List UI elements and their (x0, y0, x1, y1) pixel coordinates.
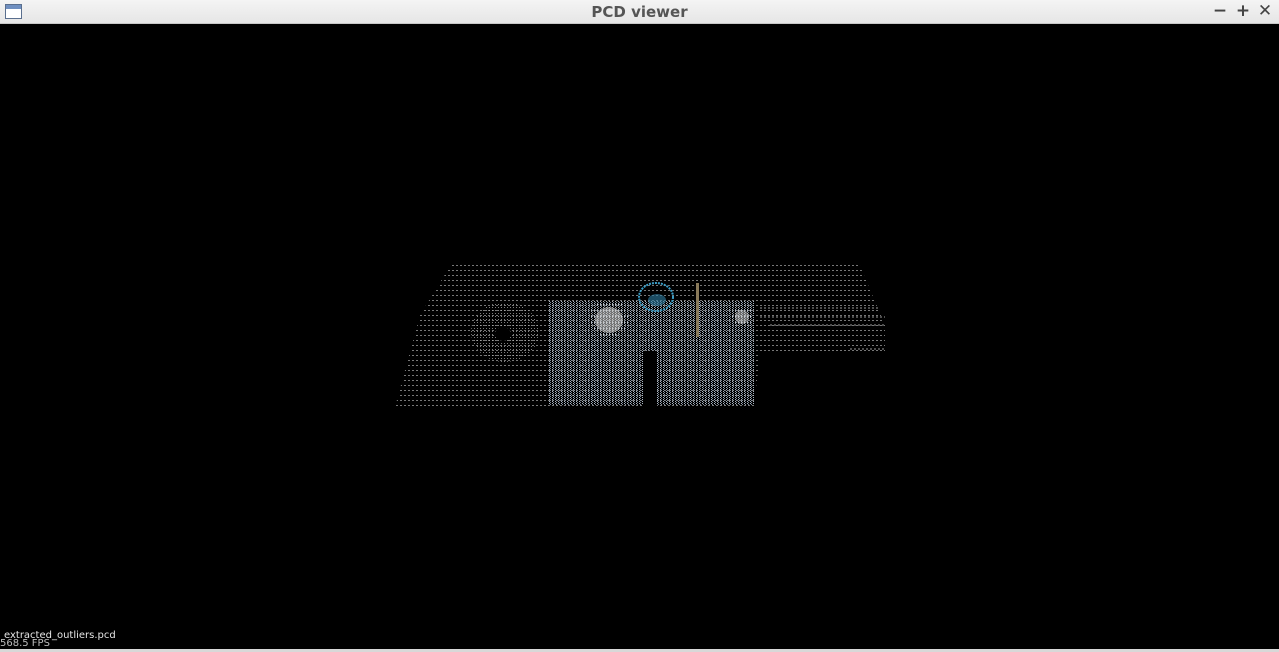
window-title: PCD viewer (591, 3, 688, 21)
point-cloud-viewport[interactable]: extracted_outliers.pcd 568.5 FPS (0, 25, 1279, 649)
small-sphere-points (731, 305, 753, 327)
central-box-points (549, 301, 754, 407)
pcd-viewer-window: PCD viewer − + ✕ extracted_outliers.pcd … (0, 0, 1279, 652)
title-bar[interactable]: PCD viewer − + ✕ (0, 0, 1279, 24)
minimize-button[interactable]: − (1210, 1, 1230, 21)
point-cloud-render (395, 261, 885, 407)
white-sphere-points (589, 299, 629, 337)
fps-counter: 568.5 FPS (0, 638, 50, 649)
left-round-object-points (471, 302, 539, 362)
vertical-post-points (696, 283, 699, 337)
maximize-button[interactable]: + (1233, 1, 1253, 21)
close-button[interactable]: ✕ (1255, 1, 1275, 21)
